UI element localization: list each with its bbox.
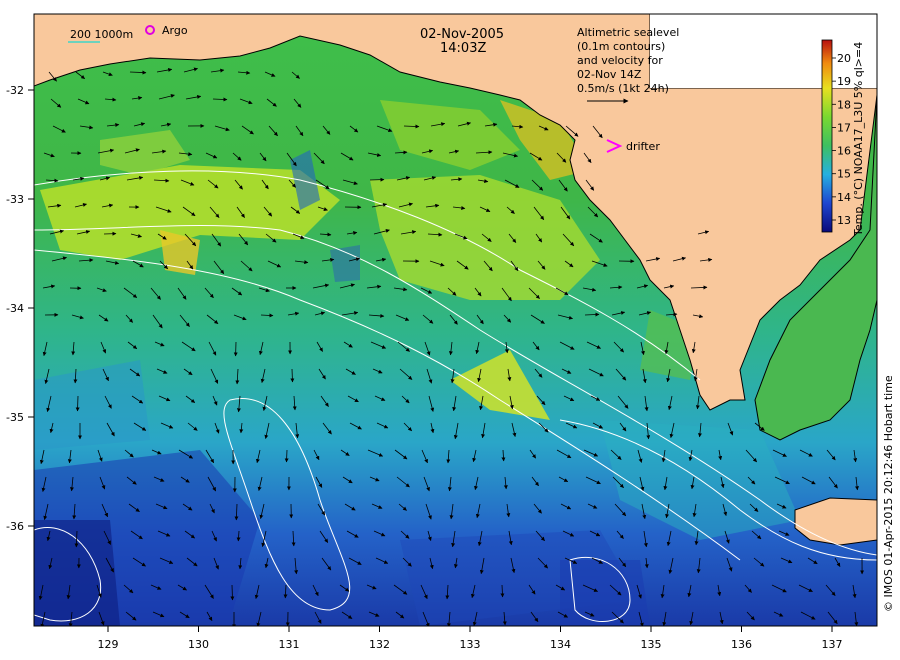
colorbar-tick-label: 13 <box>837 214 851 227</box>
y-tick-label: -34 <box>6 302 24 315</box>
velocity-arrow <box>230 584 235 601</box>
y-tick-label: -33 <box>6 193 24 206</box>
y-axis: -32 -33 -34 -35 -36 <box>6 84 34 533</box>
x-axis: 129 130 131 132 133 134 135 136 137 <box>98 626 843 651</box>
credit-label: © IMOS 01-Apr-2015 20:12:46 Hobart time <box>882 375 895 612</box>
x-tick-label: 137 <box>822 638 843 651</box>
y-tick-label: -36 <box>6 520 24 533</box>
colorbar-title: Temp. (°C) NOAA17_L3U 5% ql>=4 <box>852 42 865 237</box>
argo-legend: Argo <box>162 24 188 37</box>
colorbar-tick-label: 18 <box>837 98 851 111</box>
svg-text:(0.1m contours): (0.1m contours) <box>577 40 665 53</box>
drifter-legend: drifter <box>626 140 660 153</box>
colorbar-tick-label: 17 <box>837 121 851 134</box>
x-tick-label: 132 <box>369 638 390 651</box>
colorbar-tick-label: 14 <box>837 191 851 204</box>
sst-map: 02-Nov-2005 14:03Z 200 1000m Argo drifte… <box>6 13 895 651</box>
velocity-arrow <box>75 395 80 412</box>
colorbar-tick-label: 15 <box>837 168 851 181</box>
colorbar-tick-label: 20 <box>837 52 851 65</box>
x-tick-label: 133 <box>460 638 481 651</box>
y-tick-label: -35 <box>6 411 24 424</box>
depth-contours-legend: 200 1000m <box>70 28 133 41</box>
x-tick-label: 129 <box>98 638 119 651</box>
x-tick-label: 136 <box>731 638 752 651</box>
svg-text:Altimetric sealevel: Altimetric sealevel <box>577 26 679 39</box>
x-tick-label: 134 <box>550 638 571 651</box>
date-label: 02-Nov-2005 <box>420 27 504 42</box>
colorbar-tick-label: 16 <box>837 145 851 158</box>
svg-text:0.5m/s (1kt 24h): 0.5m/s (1kt 24h) <box>577 82 669 95</box>
velocity-arrow <box>290 368 295 383</box>
time-label: 14:03Z <box>440 41 486 56</box>
x-tick-label: 135 <box>641 638 662 651</box>
velocity-arrow <box>284 449 289 463</box>
svg-text:and velocity for: and velocity for <box>577 54 663 67</box>
svg-text:02-Nov 14Z: 02-Nov 14Z <box>577 68 642 81</box>
x-tick-label: 131 <box>279 638 300 651</box>
y-tick-label: -32 <box>6 84 24 97</box>
colorbar-tick-label: 19 <box>837 75 851 88</box>
x-tick-label: 130 <box>188 638 209 651</box>
